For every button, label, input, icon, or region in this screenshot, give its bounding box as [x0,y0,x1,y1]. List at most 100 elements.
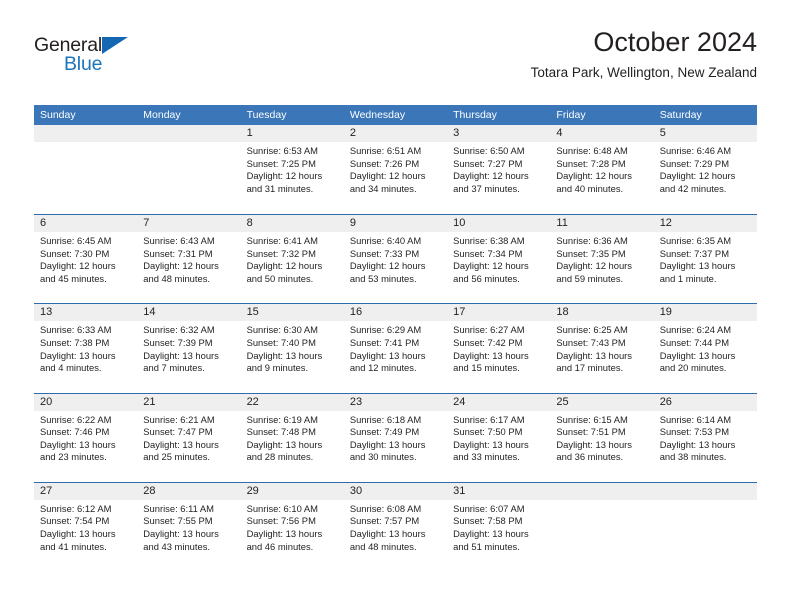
day-cell[interactable]: 27 Sunrise: 6:12 AM Sunset: 7:54 PM Dayl… [34,482,138,571]
calendar-page: General Blue October 2024 Totara Park, W… [0,0,792,612]
weekday-header-tuesday: Tuesday [246,109,287,121]
daylight-text-line1: Daylight: 12 hours [246,170,323,182]
day-cell[interactable]: 4 Sunrise: 6:48 AM Sunset: 7:28 PM Dayli… [550,125,654,214]
day-number: 15 [240,304,344,322]
day-cell-empty [34,125,138,214]
day-info: Sunrise: 6:48 AM Sunset: 7:28 PM Dayligh… [550,142,653,195]
day-cell[interactable]: 14 Sunrise: 6:32 AM Sunset: 7:39 PM Dayl… [137,304,241,392]
logo-text-blue: Blue [64,53,103,75]
day-cell[interactable]: 3 Sunrise: 6:50 AM Sunset: 7:27 PM Dayli… [447,125,551,214]
sunrise-text: Sunrise: 6:19 AM [246,413,318,425]
day-cell[interactable]: 10 Sunrise: 6:38 AM Sunset: 7:34 PM Dayl… [447,215,551,303]
sunset-text: Sunset: 7:46 PM [40,426,110,438]
sunrise-text: Sunrise: 6:08 AM [349,502,422,514]
day-cell[interactable]: 21 Sunrise: 6:21 AM Sunset: 7:47 PM Dayl… [137,393,241,482]
sunrise-text: Sunrise: 6:43 AM [143,235,215,247]
day-cell[interactable]: 25 Sunrise: 6:15 AM Sunset: 7:51 PM Dayl… [550,393,654,482]
sunrise-text: Sunrise: 6:40 AM [349,235,422,247]
daylight-text-line1: Daylight: 13 hours [40,438,116,450]
day-cell[interactable]: 7 Sunrise: 6:43 AM Sunset: 7:31 PM Dayli… [137,215,241,303]
day-info: Sunrise: 6:15 AM Sunset: 7:51 PM Dayligh… [550,411,653,464]
daylight-text-line2: and 30 minutes. [349,451,417,463]
day-number: 27 [34,482,138,500]
day-info: Sunrise: 6:22 AM Sunset: 7:46 PM Dayligh… [34,411,137,464]
daylight-text-line2: and 9 minutes. [246,362,309,374]
sunset-text: Sunset: 7:51 PM [556,426,626,438]
sunrise-text: Sunrise: 6:21 AM [143,413,215,425]
day-cell[interactable]: 29 Sunrise: 6:10 AM Sunset: 7:56 PM Dayl… [240,482,344,571]
daylight-text-line2: and 1 minute. [659,272,717,284]
day-cell[interactable]: 9 Sunrise: 6:40 AM Sunset: 7:33 PM Dayli… [343,215,448,303]
day-cell[interactable]: 19 Sunrise: 6:24 AM Sunset: 7:44 PM Dayl… [653,304,757,392]
sunset-text: Sunset: 7:37 PM [659,247,729,259]
day-cell[interactable]: 22 Sunrise: 6:19 AM Sunset: 7:48 PM Dayl… [240,393,344,482]
daylight-text-line2: and 33 minutes. [453,451,520,463]
daylight-text-line1: Daylight: 13 hours [143,438,219,450]
day-cell[interactable]: 13 Sunrise: 6:33 AM Sunset: 7:38 PM Dayl… [34,304,138,392]
sunrise-text: Sunrise: 6:36 AM [556,235,628,247]
day-number: 8 [240,215,344,233]
day-cell[interactable]: 28 Sunrise: 6:11 AM Sunset: 7:55 PM Dayl… [137,482,241,571]
day-cell[interactable]: 26 Sunrise: 6:14 AM Sunset: 7:53 PM Dayl… [653,393,757,482]
day-cell[interactable]: 18 Sunrise: 6:25 AM Sunset: 7:43 PM Dayl… [550,304,654,392]
day-cell[interactable]: 17 Sunrise: 6:27 AM Sunset: 7:42 PM Dayl… [447,304,551,392]
daylight-text-line1: Daylight: 13 hours [40,527,116,539]
day-cell[interactable]: 1 Sunrise: 6:53 AM Sunset: 7:25 PM Dayli… [240,125,344,214]
daylight-text-line1: Daylight: 12 hours [453,170,529,182]
sunset-text: Sunset: 7:57 PM [349,515,420,527]
day-number: 30 [343,482,448,500]
day-cell[interactable]: 11 Sunrise: 6:36 AM Sunset: 7:35 PM Dayl… [550,215,654,303]
daylight-text-line2: and 7 minutes. [143,362,205,374]
day-number: 9 [343,215,448,233]
day-info: Sunrise: 6:45 AM Sunset: 7:30 PM Dayligh… [34,232,137,285]
sunrise-text: Sunrise: 6:32 AM [143,324,215,336]
day-cell[interactable]: 5 Sunrise: 6:46 AM Sunset: 7:29 PM Dayli… [653,125,757,214]
sunrise-text: Sunrise: 6:53 AM [246,145,318,156]
general-blue-logo[interactable]: General Blue [34,34,164,82]
day-info: Sunrise: 6:33 AM Sunset: 7:38 PM Dayligh… [34,321,137,374]
day-cell[interactable]: 30 Sunrise: 6:08 AM Sunset: 7:57 PM Dayl… [343,482,448,571]
weekday-header-row: Sunday Monday Tuesday Wednesday Thursday… [34,105,757,125]
day-number: 25 [550,393,654,411]
day-cell[interactable]: 6 Sunrise: 6:45 AM Sunset: 7:30 PM Dayli… [34,215,138,303]
day-number: 11 [550,215,654,233]
sunset-text: Sunset: 7:47 PM [143,426,213,438]
day-number [137,125,241,142]
day-cell[interactable]: 12 Sunrise: 6:35 AM Sunset: 7:37 PM Dayl… [653,215,757,303]
day-number: 26 [653,393,757,411]
sunset-text: Sunset: 7:48 PM [246,426,316,438]
sunset-text: Sunset: 7:58 PM [453,515,523,527]
day-cell[interactable]: 8 Sunrise: 6:41 AM Sunset: 7:32 PM Dayli… [240,215,344,303]
sunrise-text: Sunrise: 6:24 AM [659,324,732,336]
daylight-text-line1: Daylight: 13 hours [556,349,632,361]
calendar-grid: Sunday Monday Tuesday Wednesday Thursday… [34,105,757,571]
day-number: 28 [137,482,241,500]
daylight-text-line1: Daylight: 12 hours [143,260,219,272]
sunrise-text: Sunrise: 6:33 AM [40,324,112,336]
daylight-text-line1: Daylight: 13 hours [659,260,736,272]
day-info: Sunrise: 6:35 AM Sunset: 7:37 PM Dayligh… [654,232,757,285]
sunset-text: Sunset: 7:54 PM [40,515,110,527]
day-cell[interactable]: 31 Sunrise: 6:07 AM Sunset: 7:58 PM Dayl… [447,482,551,571]
day-info: Sunrise: 6:51 AM Sunset: 7:26 PM Dayligh… [344,142,447,195]
day-cell[interactable]: 20 Sunrise: 6:22 AM Sunset: 7:46 PM Dayl… [34,393,138,482]
day-cell[interactable]: 15 Sunrise: 6:30 AM Sunset: 7:40 PM Dayl… [240,304,344,392]
day-number: 3 [447,125,551,142]
day-info: Sunrise: 6:24 AM Sunset: 7:44 PM Dayligh… [654,321,757,374]
day-info: Sunrise: 6:53 AM Sunset: 7:25 PM Dayligh… [241,142,344,195]
daylight-text-line1: Daylight: 13 hours [556,438,632,450]
day-cell[interactable]: 2 Sunrise: 6:51 AM Sunset: 7:26 PM Dayli… [343,125,448,214]
daylight-text-line2: and 34 minutes. [349,182,417,194]
day-info: Sunrise: 6:19 AM Sunset: 7:48 PM Dayligh… [241,411,344,464]
sunrise-text: Sunrise: 6:25 AM [556,324,628,336]
day-cell-empty [653,482,757,571]
day-cell[interactable]: 23 Sunrise: 6:18 AM Sunset: 7:49 PM Dayl… [343,393,448,482]
daylight-text-line2: and 41 minutes. [40,540,107,552]
day-cell[interactable]: 24 Sunrise: 6:17 AM Sunset: 7:50 PM Dayl… [447,393,551,482]
daylight-text-line1: Daylight: 12 hours [659,170,736,182]
day-number: 1 [240,125,344,142]
day-number: 6 [34,215,138,233]
day-cell[interactable]: 16 Sunrise: 6:29 AM Sunset: 7:41 PM Dayl… [343,304,448,392]
daylight-text-line2: and 46 minutes. [246,540,314,552]
day-number: 19 [653,304,757,322]
